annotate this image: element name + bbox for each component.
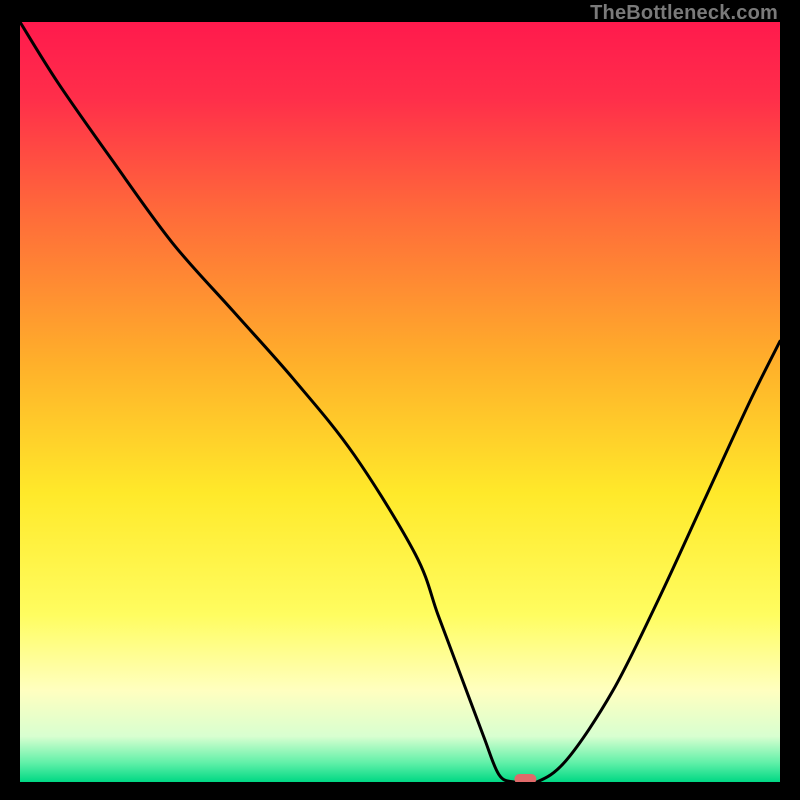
- plot-area: [20, 22, 780, 782]
- chart-frame: TheBottleneck.com: [0, 0, 800, 800]
- bottleneck-chart: [20, 22, 780, 782]
- optimal-point-marker: [514, 774, 536, 782]
- heatmap-background: [20, 22, 780, 782]
